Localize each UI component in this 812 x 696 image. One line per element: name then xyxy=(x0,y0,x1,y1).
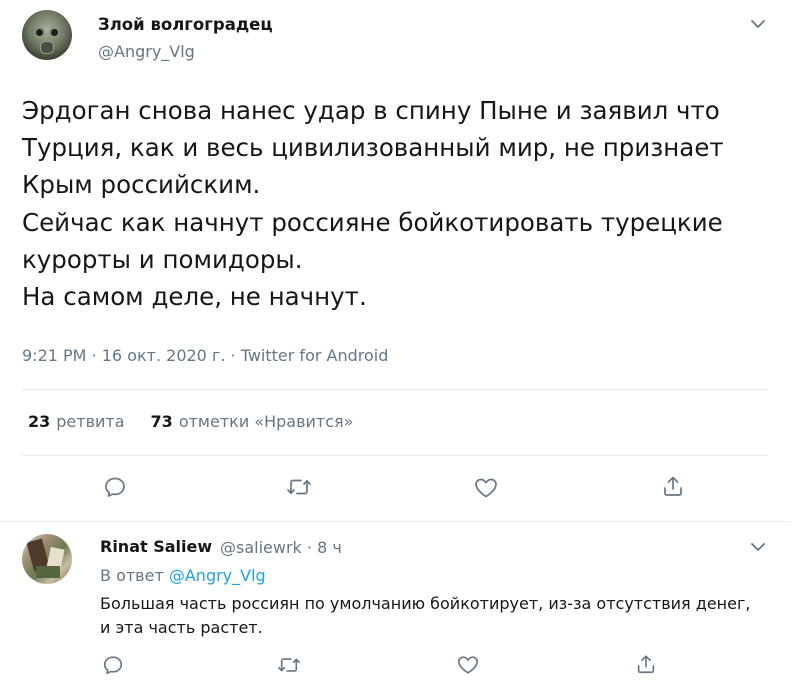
heart-icon[interactable] xyxy=(455,652,481,678)
tweet-meta: 9:21 PM · 16 окт. 2020 г. · Twitter for … xyxy=(22,346,388,365)
reply-handle-line: @saliewrk · 8 ч xyxy=(220,538,342,557)
divider xyxy=(22,455,768,456)
gas-mask-eye xyxy=(49,27,60,38)
reply-to-line: В ответ @Angry_Vlg xyxy=(100,566,266,585)
reply-to-handle-link[interactable]: @Angry_Vlg xyxy=(169,566,266,585)
author-name[interactable]: Злой волгоградец xyxy=(98,15,273,34)
retweets-label: ретвита xyxy=(56,412,125,431)
gas-mask-filter xyxy=(40,41,54,54)
likes-label: отметки «Нравится» xyxy=(178,412,354,431)
retweets-stat[interactable]: 23 ретвита xyxy=(28,412,125,431)
speech-bubble-icon[interactable] xyxy=(100,652,126,678)
retweet-arrows-icon[interactable] xyxy=(276,652,302,678)
reply-text: Большая часть россиян по умолчанию бойко… xyxy=(100,594,751,637)
reply-age[interactable]: 8 ч xyxy=(317,538,342,557)
meta-separator: · xyxy=(91,346,97,365)
heart-icon[interactable] xyxy=(473,475,499,501)
retweet-arrows-icon[interactable] xyxy=(286,474,312,500)
meta-separator: · xyxy=(230,346,236,365)
chevron-down-icon[interactable] xyxy=(750,16,766,32)
meta-separator: · xyxy=(306,538,312,557)
retweets-count: 23 xyxy=(28,412,51,431)
tweet-source[interactable]: Twitter for Android xyxy=(241,346,389,365)
share-upload-icon[interactable] xyxy=(633,651,659,677)
reply-avatar[interactable] xyxy=(22,534,72,584)
speech-bubble-icon[interactable] xyxy=(102,474,128,500)
author-avatar[interactable] xyxy=(22,10,72,60)
reply-prefix: В ответ xyxy=(100,566,164,585)
tweet-stats: 23 ретвита 73 отметки «Нравится» xyxy=(28,412,353,431)
share-upload-icon[interactable] xyxy=(660,473,686,499)
reply-author-name[interactable]: Rinat Saliew xyxy=(100,537,212,556)
gas-mask-eye xyxy=(34,27,45,38)
avatar-art-shape xyxy=(36,566,60,578)
divider xyxy=(22,389,768,390)
likes-stat[interactable]: 73 отметки «Нравится» xyxy=(151,412,354,431)
tweet-time[interactable]: 9:21 PM xyxy=(22,346,86,365)
author-handle[interactable]: @Angry_Vlg xyxy=(98,42,195,61)
tweet-text: Эрдоган снова нанес удар в спину Пыне и … xyxy=(22,96,724,312)
chevron-down-icon[interactable] xyxy=(750,539,766,555)
reply-author-handle[interactable]: @saliewrk xyxy=(220,538,302,557)
reply-tweet[interactable]: Rinat Saliew @saliewrk · 8 ч В ответ @An… xyxy=(0,522,790,696)
likes-count: 73 xyxy=(150,412,173,431)
tweet-date[interactable]: 16 окт. 2020 г. xyxy=(102,346,226,365)
